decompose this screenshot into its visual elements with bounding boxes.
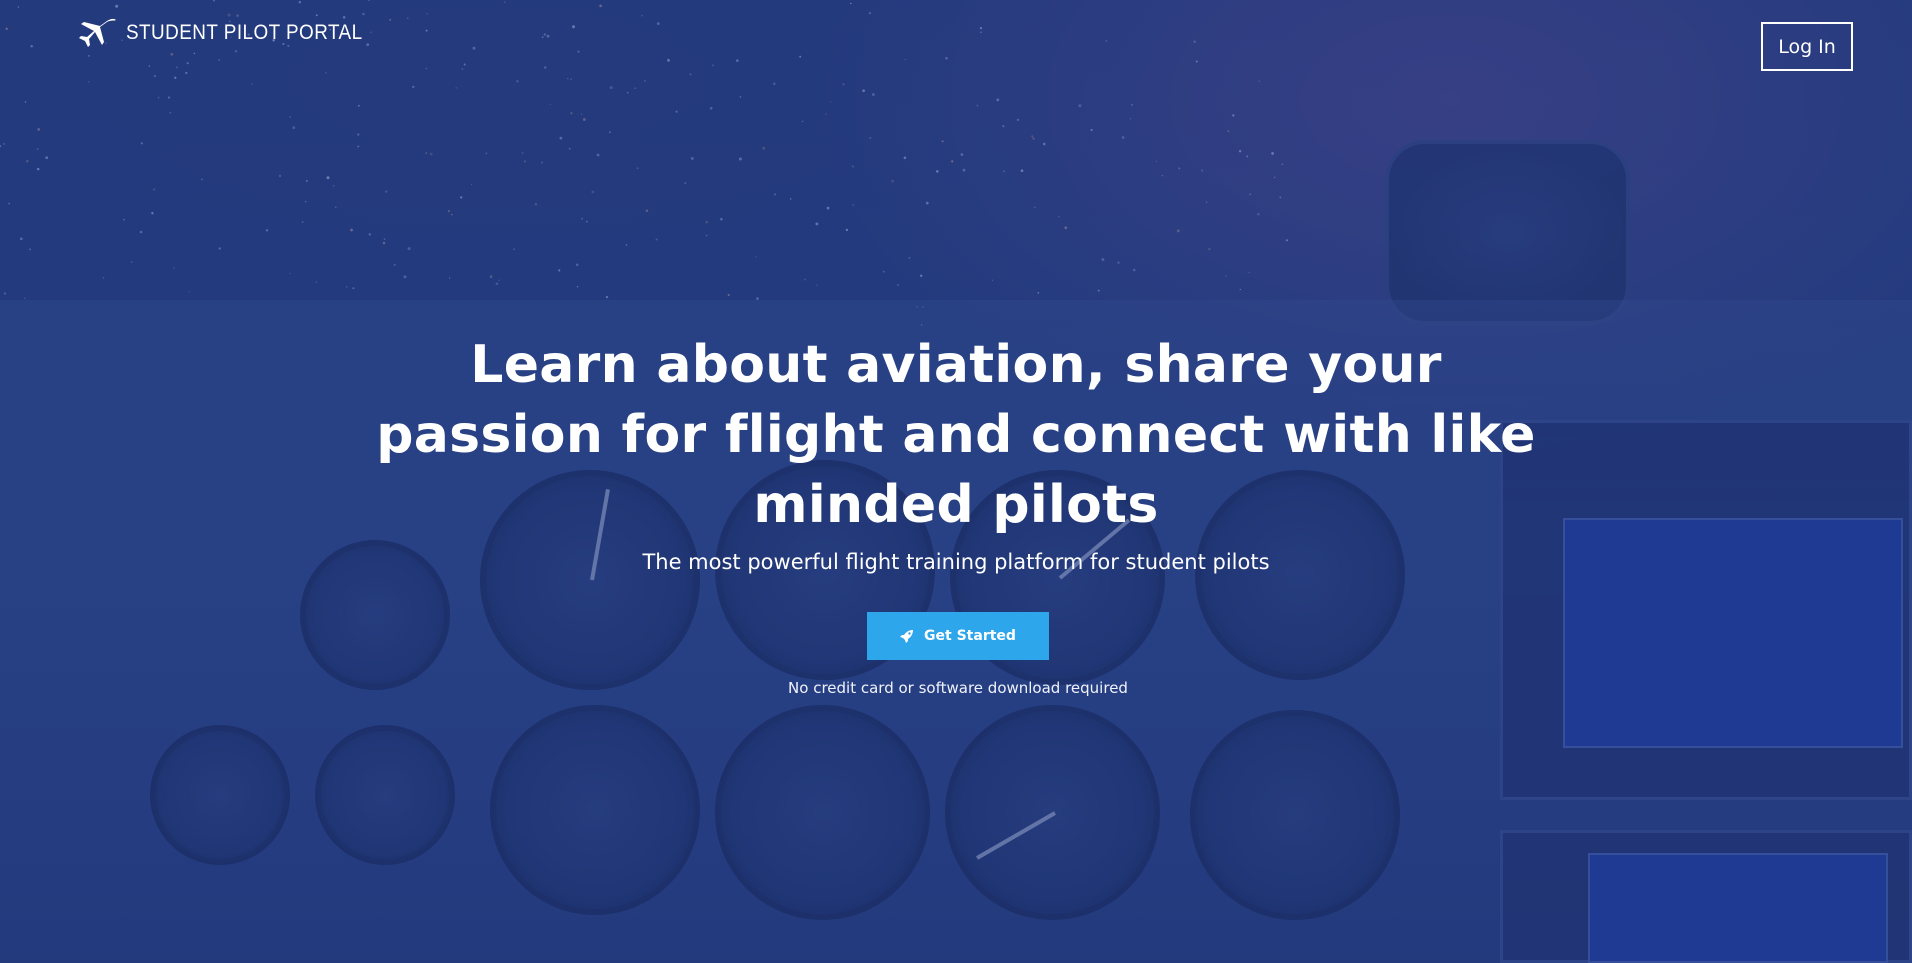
- get-started-label: Get Started: [924, 628, 1016, 644]
- hero-title: Learn about aviation, share your passion…: [376, 335, 1536, 535]
- brand-name: STUDENT PILOT PORTAL: [126, 21, 363, 44]
- brand-logo-link[interactable]: STUDENT PILOT PORTAL: [76, 17, 389, 49]
- login-button[interactable]: Log In: [1761, 22, 1853, 71]
- rocket-icon: [900, 630, 914, 643]
- get-started-button[interactable]: Get Started: [867, 612, 1049, 660]
- cta-note: No credit card or software download requ…: [788, 679, 1128, 697]
- airplane-icon: [79, 18, 116, 47]
- hero-subtitle: The most powerful flight training platfo…: [642, 550, 1270, 574]
- site-header: STUDENT PILOT PORTAL Log In: [0, 0, 1912, 90]
- hero-section: Learn about aviation, share your passion…: [0, 330, 1912, 697]
